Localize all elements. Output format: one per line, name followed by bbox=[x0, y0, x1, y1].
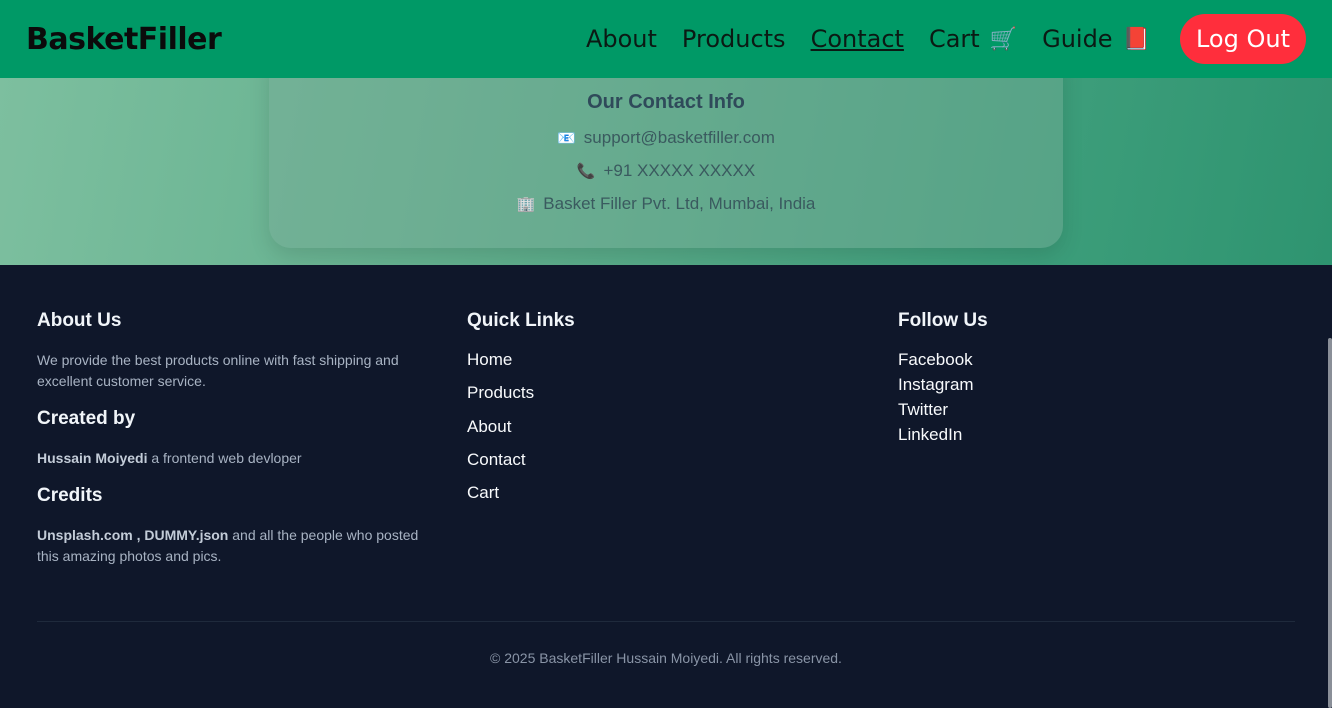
social-links-list: Facebook Instagram Twitter LinkedIn bbox=[898, 350, 1278, 450]
about-us-heading: About Us bbox=[37, 310, 122, 331]
nav-link-label: Contact bbox=[810, 25, 904, 53]
quick-link-home[interactable]: Home bbox=[467, 350, 847, 383]
nav-link-label: About bbox=[585, 25, 657, 53]
contact-email: 📧 support@basketfiller.com bbox=[269, 128, 1063, 148]
credits-text: Unsplash.com , DUMMY.json and all the pe… bbox=[37, 525, 437, 567]
nav-link-guide[interactable]: Guide 📕 bbox=[1042, 25, 1150, 53]
social-link-facebook[interactable]: Facebook bbox=[898, 350, 1278, 375]
book-icon: 📕 bbox=[1122, 26, 1150, 52]
nav-link-cart[interactable]: Cart 🛒 bbox=[929, 25, 1017, 53]
contact-title: Our Contact Info bbox=[587, 91, 745, 113]
contact-section: Our Contact Info 📧 support@basketfiller.c… bbox=[0, 58, 1332, 265]
contact-address: 🏢 Basket Filler Pvt. Ltd, Mumbai, India bbox=[269, 194, 1063, 214]
quick-links-heading: Quick Links bbox=[467, 310, 575, 331]
footer-quick-links-column: Quick Links Home Products About Contact … bbox=[467, 310, 847, 516]
logout-button[interactable]: Log Out bbox=[1179, 14, 1306, 64]
nav-link-label: Products bbox=[681, 25, 786, 53]
footer-about-column: About Us We provide the best products on… bbox=[37, 310, 437, 583]
author-name: Hussain Moiyedi bbox=[37, 450, 148, 466]
credits-heading: Credits bbox=[37, 485, 103, 506]
nav-links: About Products Contact Cart 🛒 Guide 📕 Lo… bbox=[561, 14, 1306, 64]
follow-us-heading: Follow Us bbox=[898, 310, 988, 331]
contact-card: Our Contact Info 📧 support@basketfiller.c… bbox=[269, 58, 1063, 248]
quick-link-about[interactable]: About bbox=[467, 417, 847, 450]
created-by-text: Hussain Moiyedi a frontend web devloper bbox=[37, 448, 437, 469]
quick-link-cart[interactable]: Cart bbox=[467, 483, 847, 516]
quick-link-products[interactable]: Products bbox=[467, 383, 847, 416]
social-link-linkedin[interactable]: LinkedIn bbox=[898, 425, 1278, 450]
quick-links-list: Home Products About Contact Cart bbox=[467, 350, 847, 516]
office-building-icon: 🏢 bbox=[516, 196, 536, 213]
contact-phone: 📞 +91 XXXXX XXXXX bbox=[269, 161, 1063, 181]
about-us-text: We provide the best products online with… bbox=[37, 352, 399, 389]
phone-icon: 📞 bbox=[576, 163, 596, 180]
contact-address-text: Basket Filler Pvt. Ltd, Mumbai, India bbox=[543, 194, 816, 213]
credits-sources: Unsplash.com , DUMMY.json bbox=[37, 527, 229, 543]
social-link-twitter[interactable]: Twitter bbox=[898, 400, 1278, 425]
nav-link-products[interactable]: Products bbox=[682, 25, 786, 53]
quick-link-contact[interactable]: Contact bbox=[467, 450, 847, 483]
email-icon: 📧 bbox=[557, 130, 576, 147]
social-link-instagram[interactable]: Instagram bbox=[898, 375, 1278, 400]
nav-link-label: Cart bbox=[928, 25, 980, 53]
footer-follow-column: Follow Us Facebook Instagram Twitter Lin… bbox=[898, 310, 1278, 450]
nav-link-contact[interactable]: Contact bbox=[811, 25, 904, 53]
nav-link-label: Guide bbox=[1042, 25, 1113, 53]
footer-divider bbox=[37, 621, 1295, 622]
cart-icon: 🛒 bbox=[989, 26, 1018, 52]
contact-email-text: support@basketfiller.com bbox=[583, 128, 775, 147]
brand-logo[interactable]: BasketFiller bbox=[26, 22, 222, 57]
author-description: a frontend web devloper bbox=[147, 450, 302, 466]
copyright-text: © 2025 BasketFiller Hussain Moiyedi. All… bbox=[490, 650, 842, 666]
nav-link-about[interactable]: About bbox=[586, 25, 657, 53]
page-scrollbar[interactable] bbox=[1328, 338, 1332, 708]
created-by-heading: Created by bbox=[37, 408, 136, 429]
navbar: BasketFiller About Products Contact Cart… bbox=[0, 0, 1332, 78]
footer: About Us We provide the best products on… bbox=[0, 265, 1332, 708]
contact-phone-text: +91 XXXXX XXXXX bbox=[603, 161, 756, 180]
